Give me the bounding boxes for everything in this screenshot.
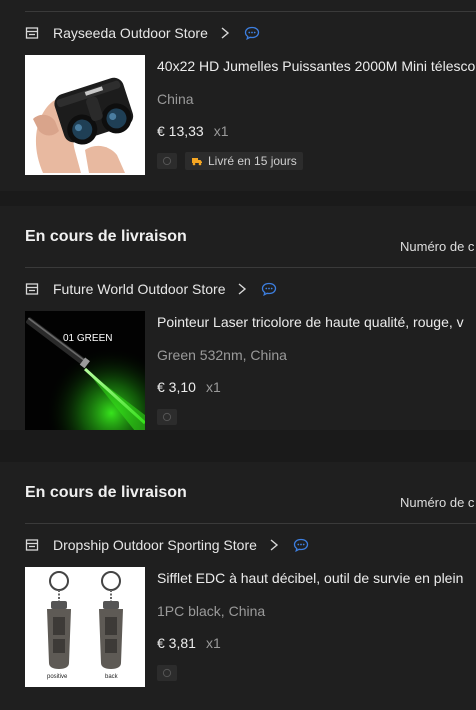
store-name[interactable]: Dropship Outdoor Sporting Store <box>53 537 257 553</box>
order-card-1: Rayseeda Outdoor Store 40x22 HD Jumelles… <box>0 0 476 191</box>
price: € 13,33 <box>157 123 204 139</box>
store-name[interactable]: Future World Outdoor Store <box>53 281 225 297</box>
delivery-truck-icon <box>192 158 202 166</box>
clock-icon <box>162 156 172 166</box>
image-caption: 01 GREEN <box>63 333 113 344</box>
price-row: € 3,81 x1 <box>157 635 221 651</box>
product-title[interactable]: Sifflet EDC à haut décibel, outil de sur… <box>157 570 463 586</box>
product-title[interactable]: Pointeur Laser tricolore de haute qualit… <box>157 314 464 330</box>
tag-row <box>157 664 177 682</box>
divider <box>25 523 476 524</box>
tag-row <box>157 408 177 426</box>
store-row[interactable]: Rayseeda Outdoor Store <box>25 22 260 44</box>
delivery-text: Livré en 15 jours <box>208 154 297 168</box>
store-icon <box>25 27 39 39</box>
tag-row: Livré en 15 jours <box>157 152 303 170</box>
order-number-label: Numéro de c <box>400 239 475 254</box>
order-card-3: En cours de livraison Numéro de c Dropsh… <box>0 462 476 710</box>
product-variant: Green 532nm, China <box>157 347 287 363</box>
product-variant: 1PC black, China <box>157 603 266 619</box>
quantity: x1 <box>213 123 229 139</box>
divider <box>25 267 476 268</box>
quantity: x1 <box>205 635 221 651</box>
clock-icon <box>162 412 172 422</box>
chat-icon[interactable] <box>261 282 277 296</box>
chevron-right-icon[interactable] <box>220 26 230 40</box>
order-status-title: En cours de livraison <box>25 484 187 501</box>
chat-icon[interactable] <box>244 26 260 40</box>
chevron-right-icon[interactable] <box>237 282 247 296</box>
status-badge <box>157 665 177 681</box>
price-row: € 13,33 x1 <box>157 123 229 139</box>
chevron-right-icon[interactable] <box>269 538 279 552</box>
status-badge <box>157 409 177 425</box>
divider <box>25 11 476 12</box>
product-image-binoculars[interactable] <box>25 55 145 175</box>
image-caption-left: positive <box>47 674 68 680</box>
chat-icon[interactable] <box>293 538 309 552</box>
store-icon <box>25 539 39 551</box>
clock-icon <box>162 668 172 678</box>
product-image-laser[interactable]: 01 GREEN <box>25 311 145 430</box>
status-badge <box>157 153 177 169</box>
price-row: € 3,10 x1 <box>157 379 221 395</box>
store-row[interactable]: Dropship Outdoor Sporting Store <box>25 534 309 556</box>
product-title[interactable]: 40x22 HD Jumelles Puissantes 2000M Mini … <box>157 58 475 74</box>
delivery-badge: Livré en 15 jours <box>185 152 303 170</box>
order-card-2: En cours de livraison Numéro de c Future… <box>0 206 476 430</box>
product-image-whistle[interactable]: positive back <box>25 567 145 687</box>
order-number-label: Numéro de c <box>400 495 475 510</box>
product-variant: China <box>157 91 194 107</box>
store-icon <box>25 283 39 295</box>
store-row[interactable]: Future World Outdoor Store <box>25 278 277 300</box>
quantity: x1 <box>205 379 221 395</box>
store-name[interactable]: Rayseeda Outdoor Store <box>53 25 208 41</box>
price: € 3,10 <box>157 379 196 395</box>
order-status-title: En cours de livraison <box>25 228 187 245</box>
price: € 3,81 <box>157 635 196 651</box>
image-caption-right: back <box>105 674 118 680</box>
